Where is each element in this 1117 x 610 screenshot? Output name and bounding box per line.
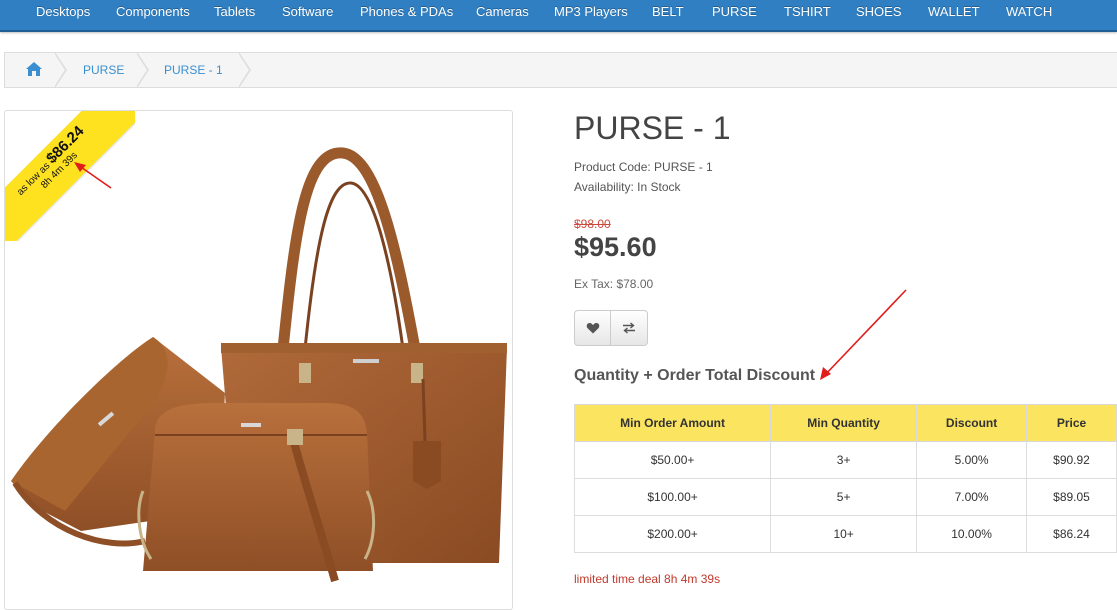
column-header-discount: Discount: [916, 404, 1028, 442]
price-ribbon-band: as low as $86.24 8h 4m 39s: [5, 111, 135, 241]
nav-item-watch[interactable]: WATCH: [1006, 4, 1052, 19]
table-cell: $90.92: [1026, 441, 1117, 479]
breadcrumb-separator: [54, 52, 67, 88]
nav-item-shoes[interactable]: SHOES: [856, 4, 902, 19]
breadcrumb-link-purse[interactable]: PURSE: [83, 63, 124, 77]
nav-item-tablets[interactable]: Tablets: [214, 4, 255, 19]
nav-item-belt[interactable]: BELT: [652, 4, 684, 19]
compare-button[interactable]: [611, 310, 648, 346]
table-cell: 3+: [770, 441, 918, 479]
breadcrumb: PURSE PURSE - 1: [4, 52, 1117, 88]
table-cell: 5.00%: [916, 441, 1028, 479]
table-row: $200.00+ 10+ 10.00% $86.24: [573, 515, 1117, 553]
home-icon[interactable]: [25, 61, 43, 77]
nav-item-wallet[interactable]: WALLET: [928, 4, 980, 19]
breadcrumb-separator: [136, 52, 149, 88]
table-cell: 10+: [770, 515, 918, 553]
table-cell: $89.05: [1026, 478, 1117, 516]
column-header-price: Price: [1026, 404, 1117, 442]
product-action-buttons: [574, 310, 649, 346]
product-image-panel[interactable]: as low as $86.24 8h 4m 39s: [4, 110, 513, 610]
annotation-arrow-discount: [820, 289, 907, 380]
table-cell: $86.24: [1026, 515, 1117, 553]
nav-item-mp3-players[interactable]: MP3 Players: [554, 4, 628, 19]
compare-arrows-icon: [623, 322, 635, 334]
table-cell: $200.00+: [573, 515, 772, 553]
discount-heading: Quantity + Order Total Discount: [574, 367, 816, 384]
nav-item-purse[interactable]: PURSE: [712, 4, 757, 19]
nav-item-cameras[interactable]: Cameras: [476, 4, 529, 19]
price-ribbon: as low as $86.24 8h 4m 39s: [5, 111, 135, 241]
top-navigation: Desktops Components Tablets Software Pho…: [0, 0, 1117, 32]
table-row: $100.00+ 5+ 7.00% $89.05: [573, 478, 1117, 516]
table-cell: 5+: [770, 478, 918, 516]
table-row: $50.00+ 3+ 5.00% $90.92: [573, 441, 1117, 479]
nav-item-desktops[interactable]: Desktops: [36, 4, 90, 19]
table-header-row: Min Order Amount Min Quantity Discount P…: [573, 404, 1117, 442]
column-header-min-order-amount: Min Order Amount: [573, 404, 772, 442]
table-cell: 7.00%: [916, 478, 1028, 516]
nav-item-components[interactable]: Components: [116, 4, 190, 19]
old-price: $98.00: [574, 217, 611, 231]
limited-time-deal-text: limited time deal 8h 4m 39s: [574, 572, 721, 586]
current-price: $95.60: [574, 232, 657, 262]
table-cell: $50.00+: [573, 441, 772, 479]
ex-tax-price: Ex Tax: $78.00: [574, 277, 654, 291]
add-to-wishlist-button[interactable]: [574, 310, 611, 346]
product-title: PURSE - 1: [574, 110, 731, 146]
heart-icon: [586, 322, 600, 334]
table-cell: $100.00+: [573, 478, 772, 516]
breadcrumb-separator: [238, 52, 251, 88]
availability: Availability: In Stock: [574, 180, 681, 194]
breadcrumb-link-purse-1[interactable]: PURSE - 1: [164, 63, 223, 77]
discount-table: Min Order Amount Min Quantity Discount P…: [573, 404, 1117, 553]
table-cell: 10.00%: [916, 515, 1028, 553]
nav-item-software[interactable]: Software: [282, 4, 333, 19]
product-code: Product Code: PURSE - 1: [574, 160, 713, 174]
nav-item-tshirt[interactable]: TSHIRT: [784, 4, 831, 19]
nav-item-phones-pdas[interactable]: Phones & PDAs: [360, 4, 453, 19]
column-header-min-quantity: Min Quantity: [770, 404, 918, 442]
